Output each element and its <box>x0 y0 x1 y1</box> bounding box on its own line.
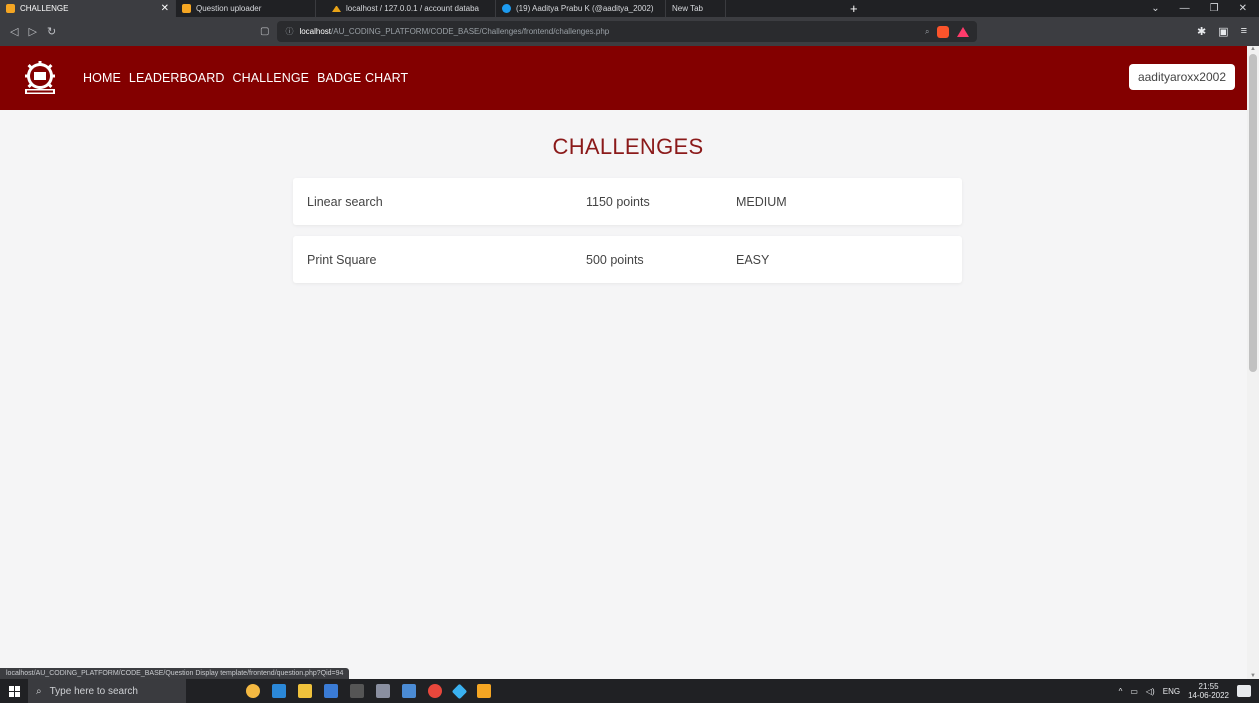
phpmyadmin-icon <box>332 5 341 12</box>
tab-phpmyadmin[interactable]: localhost / 127.0.0.1 / account databa <box>326 0 496 17</box>
tab-new-tab[interactable]: New Tab <box>666 0 726 17</box>
notification-icon[interactable] <box>1237 685 1251 697</box>
task-view-icon[interactable] <box>272 684 286 698</box>
url-host: localhost <box>299 27 332 36</box>
vscode-icon[interactable] <box>451 683 468 699</box>
challenge-points: 1150 points <box>586 194 650 209</box>
file-explorer-icon[interactable] <box>298 684 312 698</box>
minimize-icon[interactable]: — <box>1180 3 1190 14</box>
back-icon[interactable]: ◁ <box>10 25 18 38</box>
language-indicator[interactable]: ENG <box>1163 687 1180 696</box>
clock[interactable]: 21:55 14-06-2022 <box>1188 682 1229 700</box>
scrollbar-thumb[interactable] <box>1249 54 1257 372</box>
xampp-icon[interactable] <box>477 684 491 698</box>
nav-challenge[interactable]: CHALLENGE <box>232 71 309 85</box>
url-icons: ⌕ <box>925 25 970 38</box>
challenge-name: Linear search <box>307 194 383 209</box>
tab-label: Question uploader <box>196 4 262 13</box>
network-icon[interactable]: ▭ <box>1130 687 1138 696</box>
challenge-card[interactable]: Print Square 500 points EASY <box>293 236 962 283</box>
page-scrollbar[interactable]: ▲ ▼ <box>1247 46 1259 679</box>
browser-toolbar: ◁ ▷ ↻ ▢ ⓘ localhost/AU_CODING_PLATFORM/C… <box>0 17 1259 46</box>
nav-buttons: ◁ ▷ ↻ <box>0 25 260 38</box>
orange-square-icon <box>6 4 15 13</box>
menu-icon[interactable]: ≡ <box>1241 25 1247 38</box>
main-content: CHALLENGES Linear search 1150 points MED… <box>0 110 1247 679</box>
search-placeholder: Type here to search <box>49 685 138 697</box>
tab-label: (19) Aaditya Prabu K (@aaditya_2002) <box>516 4 654 13</box>
challenge-name: Print Square <box>307 252 377 267</box>
tab-challenge[interactable]: CHALLENGE ✕ <box>0 0 176 17</box>
close-icon[interactable]: ✕ <box>161 3 169 14</box>
search-icon: ⌕ <box>36 685 42 697</box>
brave-rewards-icon[interactable] <box>957 26 970 37</box>
bookmark-icon[interactable]: ▢ <box>260 26 269 37</box>
twitter-icon <box>502 4 511 13</box>
site-info-icon[interactable]: ⓘ <box>285 26 293 37</box>
chevron-down-icon[interactable]: ⌄ <box>1151 3 1159 14</box>
challenge-difficulty: EASY <box>736 252 770 267</box>
challenge-difficulty: MEDIUM <box>736 194 787 209</box>
taskbar-apps <box>246 683 491 699</box>
taskbar-search-input[interactable]: ⌕ Type here to search <box>28 679 186 703</box>
site-header: HOME LEADERBOARD CHALLENGE BADGE CHART a… <box>0 46 1247 110</box>
browser-tab-bar: CHALLENGE ✕ Question uploader localhost … <box>0 0 1259 17</box>
zoom-icon[interactable]: ⌕ <box>925 27 929 37</box>
orange-square-icon <box>182 4 191 13</box>
forward-icon[interactable]: ▷ <box>28 25 36 38</box>
app-icon[interactable] <box>402 684 416 698</box>
link-status-bar: localhost/AU_CODING_PLATFORM/CODE_BASE/Q… <box>0 668 350 679</box>
chevron-up-icon[interactable]: ^ <box>1119 687 1123 696</box>
close-window-icon[interactable]: ✕ <box>1239 3 1247 14</box>
volume-icon[interactable]: ◁) <box>1146 687 1155 696</box>
toolbar-right: ✱ ▣ ≡ <box>1197 25 1259 38</box>
reload-icon[interactable]: ↻ <box>47 25 56 38</box>
terminal-icon[interactable] <box>350 684 364 698</box>
windows-taskbar: ⌕ Type here to search ^ ▭ ◁) ENG 21:55 1… <box>0 679 1259 703</box>
cortana-news-icon[interactable] <box>246 684 260 698</box>
challenge-points: 500 points <box>586 252 644 267</box>
nav-home[interactable]: HOME <box>83 71 121 85</box>
address-bar[interactable]: ⓘ localhost/AU_CODING_PLATFORM/CODE_BASE… <box>277 21 978 42</box>
nav-badge-chart[interactable]: BADGE CHART <box>317 71 408 85</box>
brave-shields-icon[interactable] <box>937 25 950 38</box>
nav-leaderboard[interactable]: LEADERBOARD <box>129 71 225 85</box>
tab-twitter[interactable]: (19) Aaditya Prabu K (@aaditya_2002) <box>496 0 666 17</box>
tab-label: CHALLENGE <box>20 4 69 13</box>
url-path: /AU_CODING_PLATFORM/CODE_BASE/Challenges… <box>331 27 610 36</box>
wallet-icon[interactable]: ▣ <box>1218 25 1228 38</box>
brave-browser-icon[interactable] <box>428 684 442 698</box>
system-tray: ^ ▭ ◁) ENG 21:55 14-06-2022 <box>1119 682 1259 700</box>
store-icon[interactable] <box>324 684 338 698</box>
scroll-up-arrow-icon[interactable]: ▲ <box>1250 46 1256 52</box>
app-icon[interactable] <box>376 684 390 698</box>
tab-label: New Tab <box>672 4 703 13</box>
tab-label: localhost / 127.0.0.1 / account databa <box>346 4 479 13</box>
windows-start-icon[interactable] <box>0 679 28 703</box>
user-profile-button[interactable]: aadityaroxx2002 <box>1128 64 1235 90</box>
new-tab-plus-icon[interactable]: + <box>850 1 858 16</box>
clock-time: 21:55 <box>1198 682 1219 691</box>
maximize-icon[interactable]: ❐ <box>1210 3 1219 14</box>
tab-question-uploader[interactable]: Question uploader <box>176 0 316 17</box>
extensions-icon[interactable]: ✱ <box>1197 25 1206 38</box>
window-controls: ⌄ — ❐ ✕ <box>1151 3 1259 14</box>
main-nav: HOME LEADERBOARD CHALLENGE BADGE CHART <box>83 71 408 85</box>
challenge-card[interactable]: Linear search 1150 points MEDIUM <box>293 178 962 225</box>
page-title: CHALLENGES <box>552 134 704 159</box>
clock-date: 14-06-2022 <box>1188 691 1229 700</box>
university-logo[interactable] <box>22 60 58 96</box>
